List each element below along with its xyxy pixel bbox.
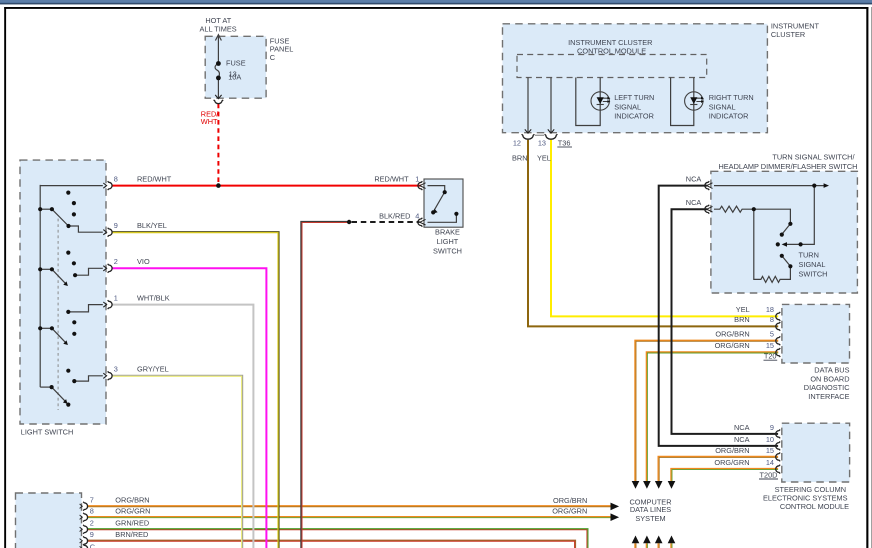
- svg-text:ON BOARD: ON BOARD: [810, 374, 849, 383]
- svg-text:LIGHT: LIGHT: [437, 237, 459, 246]
- svg-text:15: 15: [766, 446, 774, 455]
- svg-text:GRY/YEL: GRY/YEL: [137, 365, 169, 374]
- svg-text:ORG/GRN: ORG/GRN: [115, 507, 150, 516]
- svg-text:BRN/RED: BRN/RED: [115, 530, 148, 539]
- svg-text:2: 2: [90, 519, 94, 528]
- svg-text:SWITCH: SWITCH: [799, 269, 828, 278]
- svg-text:5: 5: [770, 330, 774, 339]
- svg-text:TURN: TURN: [799, 251, 819, 260]
- svg-text:RIGHT TURN: RIGHT TURN: [709, 93, 754, 102]
- svg-text:ORG/GRN: ORG/GRN: [552, 507, 587, 516]
- svg-text:15: 15: [766, 341, 774, 350]
- svg-text:WHT/BLK: WHT/BLK: [137, 293, 170, 302]
- svg-text:CONTROL MODULE: CONTROL MODULE: [577, 47, 646, 56]
- svg-text:NCA: NCA: [734, 435, 750, 444]
- svg-text:ORG/BRN: ORG/BRN: [115, 496, 149, 505]
- svg-text:ORG/GRN: ORG/GRN: [715, 341, 750, 350]
- svg-text:8: 8: [770, 315, 774, 324]
- svg-text:ORG/BRN: ORG/BRN: [553, 496, 587, 505]
- svg-text:8: 8: [114, 174, 118, 183]
- svg-text:9: 9: [770, 423, 774, 432]
- svg-text:NCA: NCA: [686, 174, 702, 183]
- svg-text:BRAKE: BRAKE: [435, 228, 460, 237]
- svg-text:T36: T36: [558, 138, 571, 147]
- svg-text:C: C: [90, 543, 96, 548]
- svg-text:YEL: YEL: [736, 305, 750, 314]
- svg-text:INTERFACE: INTERFACE: [808, 392, 849, 401]
- svg-text:LIGHT SWITCH: LIGHT SWITCH: [21, 427, 74, 436]
- svg-text:INDICATOR: INDICATOR: [614, 111, 654, 120]
- svg-text:T20D: T20D: [760, 471, 778, 480]
- svg-text:14: 14: [766, 458, 774, 467]
- svg-text:SYSTEM: SYSTEM: [635, 514, 665, 523]
- svg-text:NCA: NCA: [686, 198, 702, 207]
- svg-text:RED/WHT: RED/WHT: [137, 174, 172, 183]
- svg-text:4: 4: [415, 212, 419, 221]
- svg-text:SWITCH: SWITCH: [433, 247, 462, 256]
- svg-text:DATA BUS: DATA BUS: [814, 366, 849, 375]
- svg-text:FUSE: FUSE: [226, 59, 246, 68]
- svg-text:12: 12: [513, 138, 521, 147]
- svg-text:9: 9: [114, 221, 118, 230]
- svg-text:CLUSTER: CLUSTER: [771, 30, 805, 39]
- svg-text:RED/WHT: RED/WHT: [374, 174, 409, 183]
- svg-text:GRN/RED: GRN/RED: [115, 519, 149, 528]
- svg-text:WHT: WHT: [201, 117, 218, 126]
- svg-text:DIAGNOSTIC: DIAGNOSTIC: [804, 383, 850, 392]
- svg-text:13: 13: [538, 138, 546, 147]
- svg-text:1: 1: [415, 174, 419, 183]
- svg-text:INDICATOR: INDICATOR: [709, 111, 749, 120]
- svg-text:BLK/RED: BLK/RED: [379, 212, 410, 221]
- svg-text:SIGNAL: SIGNAL: [614, 102, 641, 111]
- svg-text:VIO: VIO: [137, 257, 150, 266]
- svg-text:7: 7: [90, 496, 94, 505]
- svg-text:TURN SIGNAL SWITCH/: TURN SIGNAL SWITCH/: [772, 153, 855, 162]
- svg-text:BRN: BRN: [512, 154, 528, 163]
- svg-text:C: C: [270, 53, 276, 62]
- svg-text:SIGNAL: SIGNAL: [709, 102, 736, 111]
- svg-text:SIGNAL: SIGNAL: [799, 260, 826, 269]
- svg-text:CONTROL MODULE: CONTROL MODULE: [780, 502, 849, 511]
- svg-text:9: 9: [90, 530, 94, 539]
- svg-text:BRN: BRN: [734, 315, 750, 324]
- svg-text:YEL: YEL: [537, 154, 551, 163]
- svg-text:BLK/YEL: BLK/YEL: [137, 221, 167, 230]
- svg-text:ALL TIMES: ALL TIMES: [200, 25, 237, 34]
- svg-text:NCA: NCA: [734, 423, 750, 432]
- svg-text:DATA LINES: DATA LINES: [630, 505, 671, 514]
- svg-text:10: 10: [766, 435, 774, 444]
- svg-text:10A: 10A: [228, 73, 241, 82]
- svg-text:ORG/BRN: ORG/BRN: [715, 446, 749, 455]
- svg-text:ORG/GRN: ORG/GRN: [714, 458, 749, 467]
- svg-text:ORG/BRN: ORG/BRN: [715, 330, 749, 339]
- svg-text:HEADLAMP DIMMER/FLASHER SWITCH: HEADLAMP DIMMER/FLASHER SWITCH: [718, 162, 857, 171]
- svg-text:3: 3: [114, 365, 118, 374]
- svg-text:8: 8: [90, 507, 94, 516]
- svg-text:18: 18: [766, 305, 774, 314]
- svg-text:LEFT TURN: LEFT TURN: [614, 93, 654, 102]
- svg-text:1: 1: [114, 293, 118, 302]
- svg-text:2: 2: [114, 257, 118, 266]
- svg-text:T20: T20: [764, 352, 777, 361]
